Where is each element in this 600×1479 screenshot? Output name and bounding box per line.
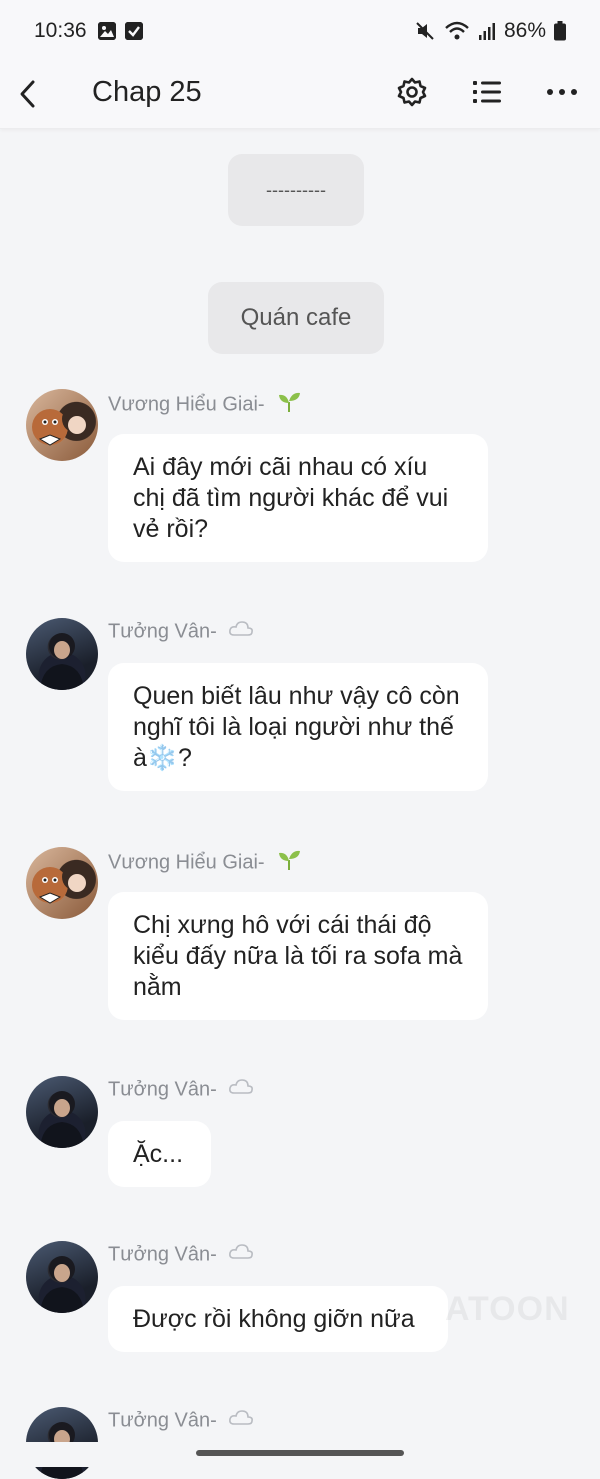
divider-pill: ---------- [228, 154, 364, 226]
sender-name-text: Tưởng Vân- [108, 1078, 217, 1101]
avatar[interactable] [26, 1076, 98, 1148]
sprout-icon [276, 849, 302, 877]
message-bubble: Quen biết lâu như vậy cô còn nghĩ tôi là… [108, 663, 488, 791]
status-bar: 10:36 86% [0, 0, 600, 62]
mute-icon [414, 20, 436, 42]
divider-text: ---------- [266, 179, 326, 200]
sender-name-text: Vương Hiểu Giai- [108, 393, 265, 416]
sender-name-text: Tưởng Vân- [108, 1409, 217, 1432]
gallery-icon [98, 22, 116, 40]
back-icon[interactable] [14, 74, 44, 114]
message-bubble: Chị xưng hô với cái thái độ kiểu đấy nữa… [108, 892, 488, 1020]
app-bar: Chap 25 [0, 62, 600, 129]
watermark: ATOON [445, 1290, 570, 1328]
message-text: Ặc... [133, 1140, 184, 1168]
battery-icon [554, 21, 566, 41]
scene-pill: Quán cafe [208, 282, 384, 354]
sender-name: Tưởng Vân- [108, 1243, 254, 1267]
avatar[interactable] [26, 618, 98, 690]
scene-text: Quán cafe [240, 304, 352, 331]
avatar[interactable] [26, 389, 98, 461]
cloud-icon [228, 1078, 254, 1102]
cloud-icon [228, 1243, 254, 1267]
signal-icon [478, 21, 496, 41]
list-icon[interactable] [469, 74, 505, 110]
avatar[interactable] [26, 1241, 98, 1313]
sender-name: Tưởng Vân- [108, 620, 254, 644]
message-text: Chị xưng hô với cái thái độ kiểu đấy nữa… [133, 911, 463, 1001]
page-title: Chap 25 [92, 76, 202, 108]
status-right: 86% [414, 19, 566, 43]
message-text: Ai đây mới cãi nhau có xíu chị đã tìm ng… [133, 453, 449, 543]
message-bubble: Được rồi không giỡn nữa [108, 1286, 448, 1352]
battery-percent: 86% [503, 19, 546, 42]
sender-name: Tưởng Vân- [108, 1409, 254, 1433]
sender-name: Vương Hiểu Giai- [108, 849, 302, 877]
sender-name: Vương Hiểu Giai- [108, 391, 302, 419]
gear-icon[interactable] [394, 74, 430, 110]
sender-name-text: Vương Hiểu Giai- [108, 851, 265, 874]
sender-name-text: Tưởng Vân- [108, 620, 217, 643]
avatar[interactable] [26, 847, 98, 919]
home-indicator[interactable] [196, 1450, 404, 1456]
message-bubble: Ai đây mới cãi nhau có xíu chị đã tìm ng… [108, 434, 488, 562]
wifi-icon [444, 20, 470, 42]
sender-name: Tưởng Vân- [108, 1078, 254, 1102]
cloud-icon [228, 1409, 254, 1433]
more-icon[interactable] [544, 74, 580, 110]
message-bubble: Ặc... [108, 1121, 211, 1187]
cloud-icon [228, 620, 254, 644]
checkbox-icon [125, 22, 143, 40]
message-text: Quen biết lâu như vậy cô còn nghĩ tôi là… [133, 682, 460, 772]
status-time: 10:36 [34, 19, 87, 42]
sprout-icon [276, 391, 302, 419]
message-text: Được rồi không giỡn nữa [133, 1305, 415, 1333]
sender-name-text: Tưởng Vân- [108, 1243, 217, 1266]
